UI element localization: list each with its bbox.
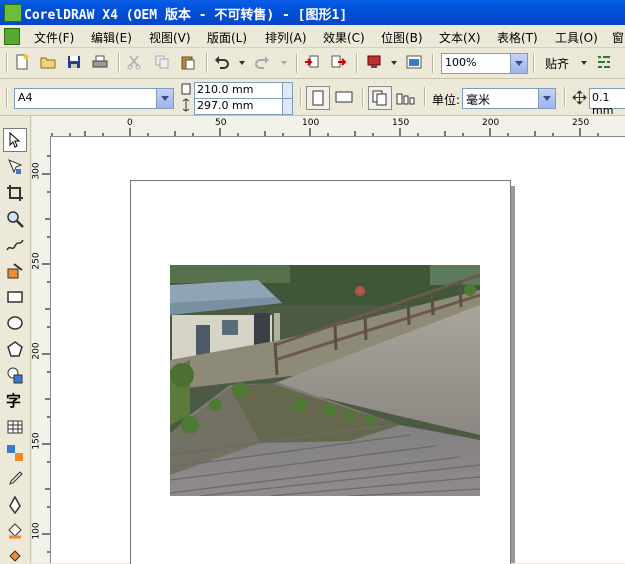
menu-effects[interactable]: 效果(C) (323, 29, 365, 46)
table-tool-icon[interactable] (6, 418, 24, 436)
standard-toolbar (0, 48, 625, 79)
horizontal-ruler[interactable]: 0 50 100 150 200 250 (32, 116, 625, 137)
paste-icon[interactable] (180, 54, 196, 70)
ruler-label-50: 50 (215, 118, 227, 128)
ruler-label-0: 0 (127, 118, 133, 128)
units-value: 毫米 (466, 93, 491, 107)
all-pages-icon (372, 90, 387, 106)
menu-table[interactable]: 表格(T) (497, 29, 538, 46)
zoom-level-value: 100% (445, 56, 477, 69)
interactive-fill-tool-icon[interactable] (6, 546, 24, 564)
horizontal-ruler-ticks (51, 128, 599, 136)
freehand-tool-icon[interactable] (6, 236, 24, 254)
polygon-tool-icon[interactable] (6, 340, 24, 358)
menu-layout[interactable]: 版面(L) (207, 29, 247, 46)
rectangle-tool-icon[interactable] (6, 288, 24, 306)
title-bar: CorelDRAW X4 (OEM 版本 - 不可转售) - [图形1] (0, 0, 625, 25)
all-pages-button[interactable] (368, 86, 392, 110)
save-icon[interactable] (66, 54, 82, 70)
ruler-label-100: 100 (302, 118, 320, 128)
import-icon[interactable] (304, 54, 320, 70)
vertical-ruler[interactable]: 300 250 200 150 100 (32, 136, 51, 563)
ruler-label-100v: 100 (31, 522, 42, 540)
outline-pen-tool-icon[interactable] (6, 496, 24, 514)
menu-arrange[interactable]: 排列(A) (265, 29, 307, 46)
menu-file[interactable]: 文件(F) (34, 29, 74, 46)
undo-dropdown-icon[interactable] (234, 54, 250, 70)
landscape-icon[interactable] (335, 91, 353, 103)
snap-to-button[interactable]: 贴齐 (545, 55, 569, 72)
ruler-label-150v: 150 (31, 432, 42, 450)
units-label: 单位: (432, 93, 461, 107)
export-icon[interactable] (330, 54, 346, 70)
portrait-icon (312, 90, 324, 106)
page-width-spinner[interactable] (282, 82, 293, 99)
basic-shapes-tool-icon[interactable] (6, 366, 24, 384)
shape-tool-icon[interactable] (6, 158, 24, 176)
redo-dropdown-icon[interactable] (276, 54, 292, 70)
menu-edit[interactable]: 编辑(E) (91, 29, 132, 46)
page-width-value: 210.0 mm (197, 83, 254, 96)
welcome-screen-icon[interactable] (406, 54, 422, 70)
nudge-distance-value: 0.1 mm (592, 91, 614, 117)
redo-icon[interactable] (254, 54, 270, 70)
pick-tool-button[interactable] (3, 128, 27, 152)
menu-bar: 文件(F) 编辑(E) 视图(V) 版面(L) 排列(A) 效果(C) 位图(B… (0, 25, 625, 48)
page-height-value: 297.0 mm (197, 99, 254, 112)
page-width-field[interactable]: 210.0 mm (194, 82, 283, 99)
ruler-label-250: 250 (572, 118, 590, 128)
page-height-spinner[interactable] (282, 98, 293, 115)
new-document-icon[interactable] (14, 54, 30, 70)
page-height-icon (182, 98, 190, 112)
eyedropper-tool-icon[interactable] (6, 470, 24, 488)
ellipse-tool-icon[interactable] (6, 314, 24, 332)
smart-fill-tool-icon[interactable] (6, 262, 24, 280)
coreldraw-app-icon[interactable] (4, 4, 22, 22)
zoom-dropdown-button[interactable] (510, 54, 527, 73)
page-size-select[interactable]: A4 (14, 88, 174, 109)
text-tool-icon[interactable]: 字 (6, 390, 21, 411)
interactive-blend-tool-icon[interactable] (6, 444, 24, 462)
current-page-icon[interactable] (396, 90, 416, 106)
ruler-label-200: 200 (482, 118, 500, 128)
units-dropdown-button[interactable] (538, 89, 555, 108)
toolbox: 字 (0, 116, 31, 563)
document-icon[interactable] (4, 28, 20, 45)
fill-tool-icon[interactable] (6, 522, 24, 540)
copy-icon[interactable] (154, 54, 170, 70)
page-size-value: A4 (18, 91, 33, 104)
window-title: CorelDRAW X4 (OEM 版本 - 不可转售) - [图形1] (24, 8, 348, 23)
undo-icon[interactable] (214, 54, 230, 70)
menu-bitmaps[interactable]: 位图(B) (381, 29, 423, 46)
application-launcher-icon[interactable] (366, 54, 382, 70)
ruler-label-200v: 200 (31, 342, 42, 360)
cut-icon[interactable] (126, 54, 142, 70)
options-icon[interactable] (596, 54, 612, 70)
menu-text[interactable]: 文本(X) (439, 29, 481, 46)
ruler-label-250v: 250 (31, 252, 42, 270)
crop-tool-icon[interactable] (6, 184, 24, 202)
photo-bitmap (170, 265, 480, 496)
pick-arrow-icon (9, 132, 21, 148)
open-folder-icon[interactable] (40, 54, 56, 70)
page-width-icon (181, 83, 191, 95)
ruler-label-150: 150 (392, 118, 410, 128)
menu-tools[interactable]: 工具(O) (555, 29, 598, 46)
zoom-tool-icon[interactable] (6, 210, 24, 228)
zoom-level-select[interactable]: 100% (441, 53, 528, 74)
launcher-dropdown-icon[interactable] (386, 54, 402, 70)
menu-view[interactable]: 视图(V) (149, 29, 191, 46)
nudge-distance-icon (572, 90, 587, 105)
nudge-distance-field[interactable]: 0.1 mm (589, 88, 625, 117)
page-height-field[interactable]: 297.0 mm (194, 98, 283, 115)
page-size-dropdown-button[interactable] (156, 89, 173, 108)
ruler-label-300: 300 (31, 162, 42, 180)
units-select[interactable]: 毫米 (462, 88, 556, 109)
menu-window[interactable]: 窗 (612, 29, 624, 46)
print-icon[interactable] (92, 54, 108, 70)
placed-photo[interactable] (170, 265, 480, 496)
portrait-button[interactable] (306, 86, 330, 110)
snap-dropdown-icon[interactable] (576, 54, 592, 70)
